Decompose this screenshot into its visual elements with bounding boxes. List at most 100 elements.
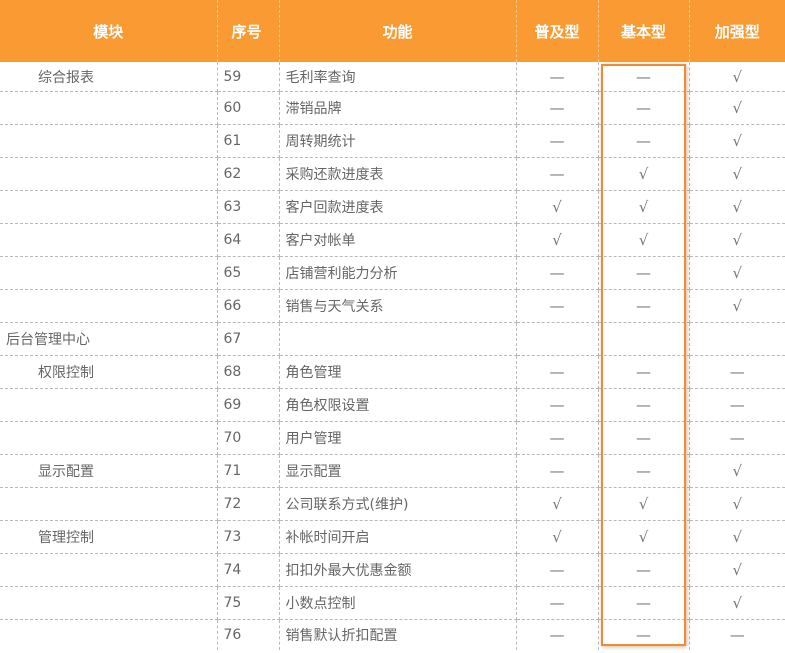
table-row: 74 扣扣外最大优惠金额 — — √ [0,553,785,587]
number-cell: 65 [217,256,280,290]
function-cell [279,322,517,356]
header-module: 模块 [0,0,218,62]
enhanced-mark: √ [689,91,785,125]
number-cell: 62 [217,157,280,191]
feature-comparison-table: 模块 序号 功能 普及型 基本型 加强型 综合报表 59 毛利率查询 — — √ 60 滞销品… [0,0,785,650]
table-body: 综合报表 59 毛利率查询 — — √ 60 滞销品牌 — — √ 61 周转期统计 — — √ 62 采购还款进… [0,62,785,650]
basic-mark: √ [598,157,690,191]
basic-popular-mark: — [516,454,599,488]
module-cell: 管理控制 [0,520,218,554]
basic-popular-mark: — [516,619,599,650]
module-cell [0,190,218,224]
enhanced-mark: √ [689,586,785,620]
number-cell: 73 [217,520,280,554]
function-cell: 用户管理 [279,421,517,455]
module-cell: 综合报表 [0,62,218,92]
basic-mark: √ [598,520,690,554]
table-row: 65 店铺营利能力分析 — — √ [0,256,785,290]
number-cell: 71 [217,454,280,488]
basic-popular-mark: — [516,289,599,323]
function-cell: 扣扣外最大优惠金额 [279,553,517,587]
enhanced-mark [689,322,785,356]
basic-popular-mark: √ [516,190,599,224]
table-row: 75 小数点控制 — — √ [0,586,785,620]
enhanced-mark: √ [689,190,785,224]
header-row: 模块 序号 功能 普及型 基本型 加强型 [0,0,785,62]
module-cell: 后台管理中心 [0,322,218,356]
basic-popular-mark: √ [516,223,599,257]
number-cell: 67 [217,322,280,356]
number-cell: 68 [217,355,280,389]
function-cell: 小数点控制 [279,586,517,620]
module-cell [0,586,218,620]
enhanced-mark: √ [689,289,785,323]
enhanced-mark: √ [689,454,785,488]
basic-mark: — [598,454,690,488]
basic-mark: — [598,553,690,587]
enhanced-mark: √ [689,62,785,92]
table-row: 后台管理中心 67 [0,322,785,356]
basic-mark: — [598,586,690,620]
number-cell: 63 [217,190,280,224]
table-row: 管理控制 73 补帐时间开启 √ √ √ [0,520,785,554]
module-cell [0,256,218,290]
enhanced-mark: √ [689,223,785,257]
basic-mark: — [598,289,690,323]
function-cell: 周转期统计 [279,124,517,158]
basic-popular-mark: — [516,388,599,422]
table-row: 63 客户回款进度表 √ √ √ [0,190,785,224]
number-cell: 74 [217,553,280,587]
basic-popular-mark: — [516,553,599,587]
table-row: 69 角色权限设置 — — — [0,388,785,422]
table-row: 64 客户对帐单 √ √ √ [0,223,785,257]
number-cell: 66 [217,289,280,323]
module-cell [0,553,218,587]
basic-popular-mark: — [516,586,599,620]
header-function: 功能 [279,0,517,62]
header-enhanced: 加强型 [689,0,785,62]
number-cell: 72 [217,487,280,521]
header-basic-popular: 普及型 [516,0,599,62]
function-cell: 补帐时间开启 [279,520,517,554]
basic-popular-mark: — [516,256,599,290]
function-cell: 客户回款进度表 [279,190,517,224]
number-cell: 60 [217,91,280,125]
number-cell: 70 [217,421,280,455]
basic-popular-mark: — [516,157,599,191]
number-cell: 64 [217,223,280,257]
module-cell [0,619,218,650]
enhanced-mark: — [689,355,785,389]
table-row: 显示配置 71 显示配置 — — √ [0,454,785,488]
basic-popular-mark: √ [516,520,599,554]
module-cell [0,421,218,455]
basic-mark: — [598,388,690,422]
basic-mark: — [598,421,690,455]
basic-mark: √ [598,223,690,257]
function-cell: 角色管理 [279,355,517,389]
table-row: 综合报表 59 毛利率查询 — — √ [0,62,785,92]
module-cell [0,91,218,125]
table-row: 76 销售默认折扣配置 — — — [0,619,785,650]
basic-popular-mark: — [516,124,599,158]
module-cell [0,223,218,257]
module-cell [0,487,218,521]
basic-mark: — [598,619,690,650]
table-row: 66 销售与天气关系 — — √ [0,289,785,323]
basic-mark: — [598,91,690,125]
table-row: 70 用户管理 — — — [0,421,785,455]
enhanced-mark: — [729,626,745,644]
basic-popular-mark [516,322,599,356]
module-cell: 显示配置 [0,454,218,488]
table-row: 72 公司联系方式(维护) √ √ √ [0,487,785,521]
enhanced-mark: — [689,388,785,422]
enhanced-mark: — [689,421,785,455]
function-cell: 角色权限设置 [279,388,517,422]
basic-mark: — [598,355,690,389]
basic-mark: — [598,256,690,290]
table-row: 62 采购还款进度表 — √ √ [0,157,785,191]
module-cell [0,157,218,191]
enhanced-mark: √ [689,157,785,191]
module-cell [0,124,218,158]
function-cell: 公司联系方式(维护) [279,487,517,521]
enhanced-mark: √ [689,124,785,158]
